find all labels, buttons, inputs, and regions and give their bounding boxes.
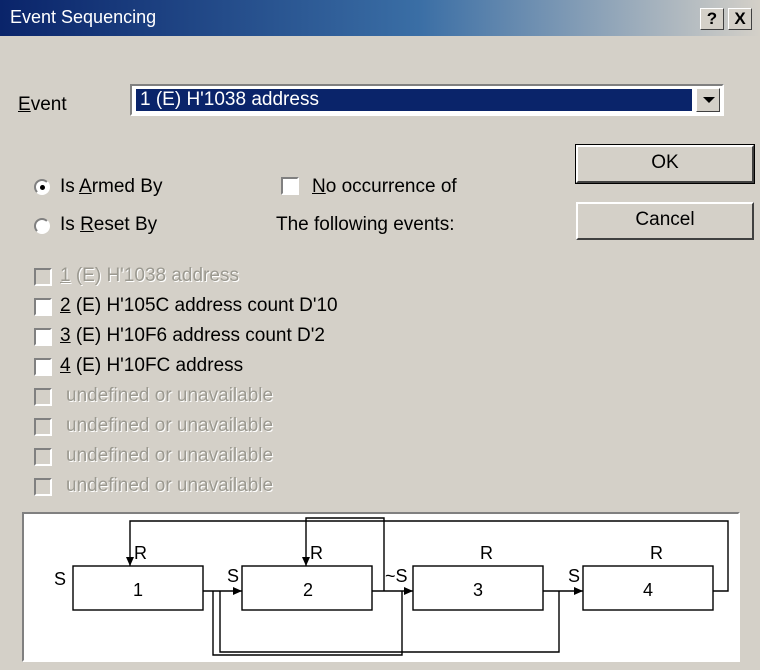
no-occurrence-label[interactable]: No occurrence of xyxy=(312,176,457,198)
event-label-3[interactable]: 3 (E) H'10F6 address count D'2 xyxy=(60,325,325,347)
reset-label-1: R xyxy=(134,543,147,563)
event-label-rest: vent xyxy=(30,94,67,115)
reset-label-3: R xyxy=(480,543,493,563)
window-title: Event Sequencing xyxy=(10,7,157,27)
armed-by-radio[interactable] xyxy=(34,179,50,195)
arrow-reset-1 xyxy=(126,557,134,566)
node-label-2: 2 xyxy=(303,580,313,600)
sequence-diagram-svg: S R R R R S ~S S 1 2 3 4 xyxy=(54,517,729,656)
cancel-button[interactable]: Cancel xyxy=(576,202,754,240)
set-label-2: S xyxy=(227,566,239,586)
armed-by-label[interactable]: Is Armed By xyxy=(60,176,162,198)
event-checkbox-1 xyxy=(34,268,52,286)
set-label-4: S xyxy=(568,566,580,586)
event-checkbox-2[interactable] xyxy=(34,298,52,316)
event-label-6: undefined or unavailable xyxy=(66,415,274,436)
reset-label-4: R xyxy=(650,543,663,563)
event-dropdown-value: 1 (E) H'1038 address xyxy=(136,89,692,111)
event-label-7: undefined or unavailable xyxy=(66,445,274,466)
event-checkbox-7 xyxy=(34,448,52,466)
node-label-4: 4 xyxy=(643,580,653,600)
event-label-8: undefined or unavailable xyxy=(66,475,274,496)
event-label-4[interactable]: 4 (E) H'10FC address xyxy=(60,355,243,377)
reset-by-radio[interactable] xyxy=(34,218,50,234)
event-label: Event xyxy=(18,94,67,116)
chevron-down-icon[interactable] xyxy=(696,88,720,112)
event-checkbox-4[interactable] xyxy=(34,358,52,376)
arrow-reset-2 xyxy=(302,557,310,566)
title-bar: Event Sequencing ? X xyxy=(0,0,760,36)
following-events-label: The following events: xyxy=(276,214,455,235)
reset-label-2: R xyxy=(310,543,323,563)
event-dropdown[interactable]: 1 (E) H'1038 address xyxy=(130,84,724,116)
help-button[interactable]: ? xyxy=(700,8,724,30)
reset-by-label[interactable]: Is Reset By xyxy=(60,214,157,236)
event-label-1: 1 (E) H'1038 address xyxy=(60,265,239,286)
event-label-2[interactable]: 2 (E) H'105C address count D'10 xyxy=(60,295,338,317)
arrow-into-2 xyxy=(233,587,242,595)
event-label-5: undefined or unavailable xyxy=(66,385,274,406)
start-label: S xyxy=(54,569,66,589)
no-occurrence-checkbox[interactable] xyxy=(281,177,299,195)
negate-label-3: ~S xyxy=(385,566,408,586)
sequence-diagram: S R R R R S ~S S 1 2 3 4 xyxy=(22,512,740,662)
ok-button[interactable]: OK xyxy=(575,144,755,184)
event-checkbox-8 xyxy=(34,478,52,496)
reset-loop-from-4 xyxy=(129,520,729,592)
event-label-mnemonic: E xyxy=(18,94,31,115)
node-label-3: 3 xyxy=(473,580,483,600)
bypass-3-loop xyxy=(219,591,560,653)
arrow-into-3 xyxy=(404,587,413,595)
node-label-1: 1 xyxy=(133,580,143,600)
close-button[interactable]: X xyxy=(728,8,752,30)
event-checkbox-3[interactable] xyxy=(34,328,52,346)
event-checkbox-6 xyxy=(34,418,52,436)
arrow-into-4 xyxy=(574,587,583,595)
event-checkbox-5 xyxy=(34,388,52,406)
